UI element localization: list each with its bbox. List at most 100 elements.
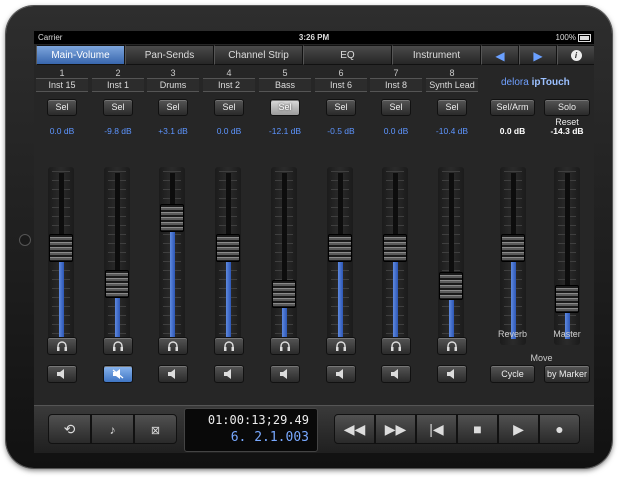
channel-number: 7 [393, 68, 399, 78]
by-marker-button[interactable]: by Marker [544, 365, 590, 383]
channel-header: 7 Inst 8 [370, 68, 422, 92]
channel-number: 3 [170, 68, 176, 78]
transport-bar: ⟲ ♪ ⊠ 01:00:13;29.49 6. 2.1.003 ◀◀ ▶▶ |◀… [34, 405, 594, 453]
channel-sel-button[interactable]: Sel [437, 99, 467, 116]
home-button[interactable] [19, 234, 31, 246]
reverb-label: Reverb [497, 329, 527, 339]
channel-sel-button[interactable]: Sel [381, 99, 411, 116]
channel-mute-button[interactable] [47, 365, 77, 383]
channel-sel-button[interactable]: Sel [158, 99, 188, 116]
channel-header: 1 Inst 15 [36, 68, 88, 92]
solo-reset-button[interactable]: Solo Reset [544, 99, 590, 127]
record-button[interactable]: ● [539, 414, 580, 444]
fader-knob[interactable] [439, 272, 463, 300]
channel-fader[interactable] [48, 167, 74, 345]
channel-sel-button[interactable]: Sel [214, 99, 244, 116]
fader-knob[interactable] [328, 234, 352, 262]
channel-db-readout: -12.1 dB [268, 126, 302, 136]
tab-pan-sends[interactable]: Pan-Sends [125, 45, 214, 65]
rewind-icon: ◀◀ [343, 421, 366, 437]
headphones-icon [167, 341, 179, 353]
channel-fader[interactable] [327, 167, 353, 345]
channel-mute-button[interactable] [214, 365, 244, 383]
channel-sel-button[interactable]: Sel [103, 99, 133, 116]
loop-icon: ⟲ [63, 421, 76, 437]
channel-fader[interactable] [159, 167, 185, 345]
fader-knob[interactable] [160, 204, 184, 232]
fader-knob[interactable] [272, 280, 296, 308]
headphones-icon [56, 341, 68, 353]
fader-knob[interactable] [49, 234, 73, 262]
channel-mute-button[interactable] [103, 365, 133, 383]
play-button[interactable]: ▶ [498, 414, 539, 444]
prev-bank-button[interactable]: ◀ [481, 45, 519, 65]
bars-beats-readout: 6. 2.1.003 [230, 430, 309, 445]
channel-mute-button[interactable] [381, 365, 411, 383]
channel-sel-button[interactable]: Sel [270, 99, 300, 116]
channel-solo-button[interactable] [103, 337, 133, 355]
info-button[interactable]: i [557, 45, 594, 65]
fader-knob[interactable] [216, 234, 240, 262]
tab-main-volume[interactable]: Main-Volume [36, 45, 125, 65]
fader-knob[interactable] [383, 234, 407, 262]
rewind-button[interactable]: ◀◀ [334, 414, 375, 444]
battery-icon [578, 34, 591, 42]
fader-knob[interactable] [105, 270, 129, 298]
time-display: 01:00:13;29.49 6. 2.1.003 [184, 408, 318, 452]
channel-db-readout: +3.1 dB [158, 126, 188, 136]
channel-mute-button[interactable] [437, 365, 467, 383]
channel-number: 5 [282, 68, 288, 78]
cycle-toggle-button[interactable]: ⟲ [48, 414, 91, 444]
channel-fader[interactable] [438, 167, 464, 345]
channel-mute-button[interactable] [270, 365, 300, 383]
channel-solo-button[interactable] [381, 337, 411, 355]
tab-channel-strip[interactable]: Channel Strip [214, 45, 303, 65]
channel-fader[interactable] [271, 167, 297, 345]
go-to-start-icon: |◀ [429, 421, 444, 437]
tab-eq[interactable]: EQ [303, 45, 392, 65]
channel-name: Bass [259, 78, 311, 92]
cycle-button[interactable]: Cycle [490, 365, 535, 383]
channel-sel-button[interactable]: Sel [326, 99, 356, 116]
fast-forward-button[interactable]: ▶▶ [375, 414, 416, 444]
metronome-button[interactable]: ♪ [91, 414, 134, 444]
channel-name: Inst 2 [203, 78, 255, 92]
headphones-icon [279, 341, 291, 353]
channel-header: 3 Drums [147, 68, 199, 92]
fader-knob[interactable] [501, 234, 525, 262]
channel-solo-button[interactable] [270, 337, 300, 355]
reverb-fader[interactable] [500, 167, 526, 345]
channel-header: 2 Inst 1 [92, 68, 144, 92]
reverb-db-readout: 0.0 dB [499, 126, 526, 136]
sel-arm-button[interactable]: Sel/Arm [490, 99, 535, 116]
channel-header: 4 Inst 2 [203, 68, 255, 92]
channel-solo-button[interactable] [437, 337, 467, 355]
channel-mute-button[interactable] [326, 365, 356, 383]
punch-icon: ⊠ [150, 425, 161, 437]
channel-db-readout: 0.0 dB [383, 126, 409, 136]
channel-solo-button[interactable] [47, 337, 77, 355]
arrow-left-icon: ◀ [495, 49, 505, 63]
master-fader[interactable] [554, 167, 580, 345]
channel-number: 1 [59, 68, 65, 78]
channel-db-readout: -9.8 dB [104, 126, 132, 136]
channel-solo-button[interactable] [158, 337, 188, 355]
timecode-readout: 01:00:13;29.49 [207, 413, 309, 427]
channel-fader[interactable] [104, 167, 130, 345]
go-to-start-button[interactable]: |◀ [416, 414, 457, 444]
next-bank-button[interactable]: ▶ [519, 45, 557, 65]
channel-fader[interactable] [215, 167, 241, 345]
channel-sel-button[interactable]: Sel [47, 99, 77, 116]
tab-instrument[interactable]: Instrument [392, 45, 481, 65]
punch-button[interactable]: ⊠ [134, 414, 177, 444]
screen: Carrier 3:26 PM 100% Main-Volume Pan-Sen… [34, 31, 594, 453]
channel-header: 8 Synth Lead [426, 68, 478, 92]
channel-solo-button[interactable] [214, 337, 244, 355]
stop-button[interactable]: ■ [457, 414, 498, 444]
channel-solo-button[interactable] [326, 337, 356, 355]
channel-fader[interactable] [382, 167, 408, 345]
fader-knob[interactable] [555, 285, 579, 313]
fader-level-fill [170, 218, 175, 339]
headphones-icon [446, 341, 458, 353]
channel-mute-button[interactable] [158, 365, 188, 383]
